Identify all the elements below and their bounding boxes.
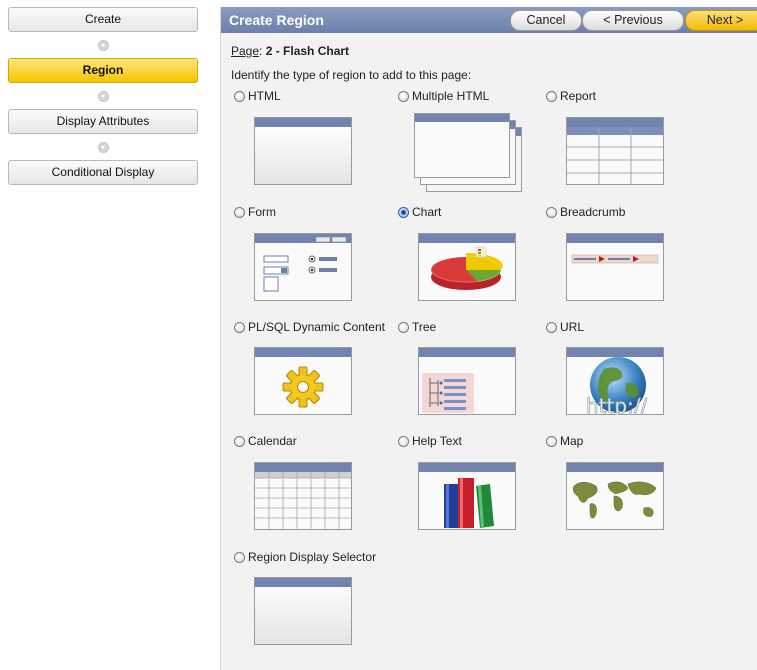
option-label: Form xyxy=(248,205,276,219)
radio-tree[interactable] xyxy=(398,321,409,333)
option-label: Calendar xyxy=(248,434,297,448)
step-connector xyxy=(8,32,198,58)
next-button[interactable]: Next > xyxy=(685,10,757,31)
option-report[interactable]: Report xyxy=(546,89,596,103)
breadcrumb-region-icon[interactable] xyxy=(566,233,664,301)
wizard-step-create[interactable]: Create xyxy=(8,7,198,32)
option-label: Report xyxy=(560,89,597,103)
html-region-icon[interactable] xyxy=(254,117,352,185)
calendar-region-icon[interactable] xyxy=(254,462,352,530)
wizard-step-conditional-display[interactable]: Conditional Display xyxy=(8,160,198,185)
radio-calendar[interactable] xyxy=(234,435,245,447)
radio-map[interactable] xyxy=(546,435,557,447)
option-help-text[interactable]: Help Text xyxy=(398,434,462,448)
step-connector xyxy=(8,134,198,160)
option-html[interactable]: HTML xyxy=(234,89,281,103)
radio-help-text[interactable] xyxy=(398,435,409,447)
option-label: Chart xyxy=(412,205,442,219)
page-info: Page: 2 - Flash Chart xyxy=(231,44,350,58)
form-region-icon[interactable] xyxy=(254,233,352,301)
option-label: PL/SQL Dynamic Content xyxy=(248,320,385,334)
previous-button[interactable]: < Previous xyxy=(582,10,684,31)
radio-report[interactable] xyxy=(546,90,557,102)
radio-html[interactable] xyxy=(234,90,245,102)
books-icon xyxy=(444,478,494,528)
region-type-prompt: Identify the type of region to add to th… xyxy=(231,68,472,82)
option-label: Tree xyxy=(412,320,437,334)
wizard-steps: Create Region Display Attributes Conditi… xyxy=(8,7,198,185)
radio-plsql-dynamic-content[interactable] xyxy=(234,321,245,333)
option-label: Region Display Selector xyxy=(248,550,377,564)
wizard-step-region[interactable]: Region xyxy=(8,58,198,83)
option-label: Multiple HTML xyxy=(412,89,490,103)
panel-titlebar: Create Region Cancel < Previous Next > xyxy=(221,7,757,33)
option-multiple-html[interactable]: Multiple HTML xyxy=(398,89,489,103)
plsql-region-icon[interactable] xyxy=(254,347,352,415)
step-connector xyxy=(8,83,198,109)
chevron-down-icon xyxy=(97,90,109,102)
gear-icon xyxy=(282,366,324,408)
create-region-panel: Create Region Cancel < Previous Next > P… xyxy=(220,7,757,670)
panel-title: Create Region xyxy=(229,12,324,28)
option-region-display-selector[interactable]: Region Display Selector xyxy=(234,550,376,564)
option-tree[interactable]: Tree xyxy=(398,320,436,334)
option-label: Breadcrumb xyxy=(560,205,626,219)
svg-text:http://: http:// xyxy=(586,394,648,415)
radio-form[interactable] xyxy=(234,206,245,218)
option-plsql-dynamic-content[interactable]: PL/SQL Dynamic Content xyxy=(234,320,385,334)
chevron-down-icon xyxy=(97,141,109,153)
option-label: URL xyxy=(560,320,585,334)
option-chart[interactable]: Chart xyxy=(398,205,441,219)
radio-breadcrumb[interactable] xyxy=(546,206,557,218)
wizard-step-display-attributes[interactable]: Display Attributes xyxy=(8,109,198,134)
tree-region-icon[interactable] xyxy=(418,347,516,415)
page-value: 2 - Flash Chart xyxy=(265,44,350,58)
report-region-icon[interactable] xyxy=(566,117,664,185)
option-map[interactable]: Map xyxy=(546,434,583,448)
page-label: Page xyxy=(231,44,260,58)
option-label: Map xyxy=(560,434,584,448)
help-text-region-icon[interactable] xyxy=(418,462,516,530)
option-url[interactable]: URL xyxy=(546,320,584,334)
chart-region-icon[interactable] xyxy=(418,233,516,301)
option-label: HTML xyxy=(248,89,281,103)
option-form[interactable]: Form xyxy=(234,205,276,219)
radio-url[interactable] xyxy=(546,321,557,333)
radio-chart[interactable] xyxy=(398,206,409,218)
option-label: Help Text xyxy=(412,434,462,448)
url-region-icon[interactable]: http:// xyxy=(566,347,664,415)
multiple-html-region-icon[interactable] xyxy=(414,113,524,195)
region-display-selector-icon[interactable] xyxy=(254,577,352,645)
cancel-button[interactable]: Cancel xyxy=(510,10,582,31)
radio-multiple-html[interactable] xyxy=(398,90,409,102)
map-region-icon[interactable] xyxy=(566,462,664,530)
radio-region-display-selector[interactable] xyxy=(234,551,245,563)
chevron-down-icon xyxy=(97,39,109,51)
option-breadcrumb[interactable]: Breadcrumb xyxy=(546,205,625,219)
option-calendar[interactable]: Calendar xyxy=(234,434,297,448)
